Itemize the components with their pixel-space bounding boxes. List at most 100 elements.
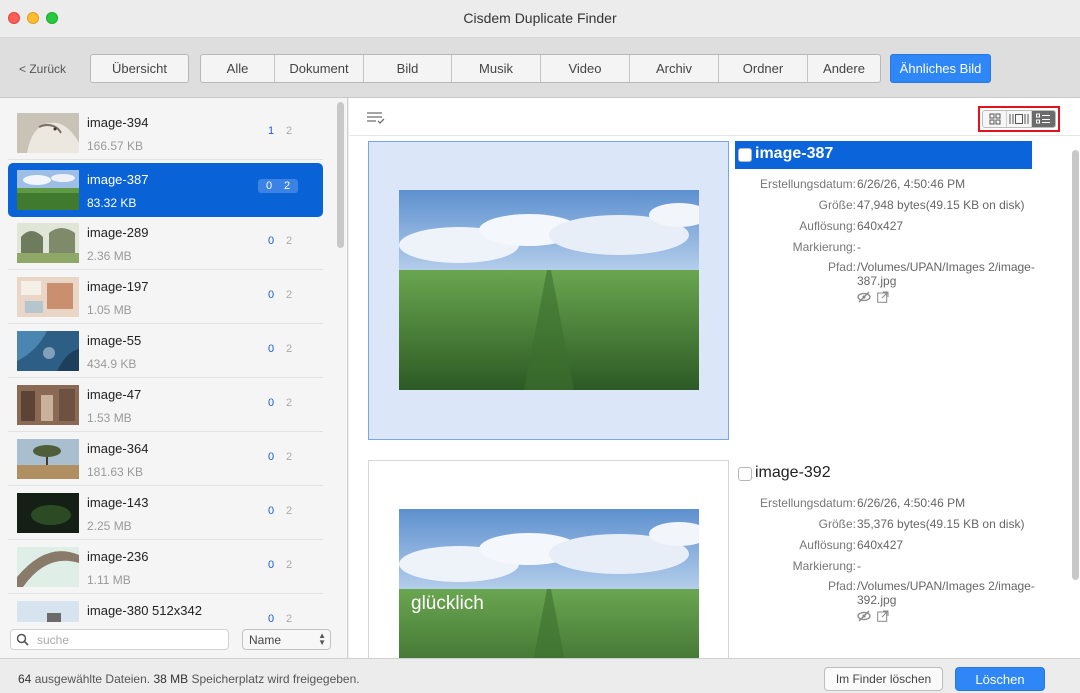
chevron-updown-icon: ▲ ▼ (318, 631, 326, 647)
image-thumbnail (17, 439, 79, 479)
status-summary: 64 ausgewählte Dateien. 38 MB Speicherpl… (18, 672, 360, 686)
tab-other[interactable]: Andere (808, 55, 880, 82)
list-item[interactable]: image-55 434.9 KB 02 (8, 324, 323, 378)
preview-panel: image-387 Erstellungsdatum: 6/26/26, 4:50… (349, 98, 1080, 658)
duplicate-count-badge: 02 (267, 397, 293, 409)
item-name: image-380 512x342 (87, 603, 202, 618)
similar-image-button[interactable]: Ähnliches Bild (890, 54, 991, 83)
duplicate-group-list[interactable]: image-394 166.57 KB 12 image-387 83.32 K… (0, 98, 333, 622)
file-action-icons (857, 291, 889, 303)
image-thumbnail (17, 223, 79, 263)
duplicate-count-badge: 02 (267, 613, 293, 622)
image-thumbnail (17, 547, 79, 587)
image-thumbnail (17, 493, 79, 533)
sort-select[interactable]: Name ▲ ▼ (242, 629, 331, 650)
item-size: 181.63 KB (87, 465, 144, 479)
item-size: 2.36 MB (87, 249, 132, 263)
item-size: 1.05 MB (87, 303, 132, 317)
item-size: 166.57 KB (87, 139, 144, 153)
duplicate-count-badge: 02 (267, 343, 293, 355)
duplicate-count-badge: 02 (267, 289, 293, 301)
item-name: image-197 (87, 279, 149, 294)
file-title-row: image-392 (735, 460, 1032, 488)
file-title: image-392 (755, 464, 831, 481)
preview-scrollbar[interactable] (1072, 150, 1079, 580)
delete-in-finder-button[interactable]: Im Finder löschen (824, 667, 943, 691)
item-name: image-47 (87, 387, 142, 402)
list-item[interactable]: image-380 512x342 02 (8, 594, 323, 622)
select-checkbox[interactable] (738, 148, 752, 162)
image-thumbnail (17, 601, 79, 622)
item-size: 1.53 MB (87, 411, 132, 425)
item-size: 83.32 KB (87, 196, 137, 210)
file-action-icons (857, 610, 889, 622)
grid-icon (989, 113, 1001, 125)
list-item[interactable]: image-364 181.63 KB 02 (8, 432, 323, 486)
select-checkbox[interactable] (738, 467, 752, 481)
tab-document[interactable]: Dokument (275, 55, 364, 82)
eye-slash-icon[interactable] (857, 291, 871, 303)
file-title-row: image-387 (735, 141, 1032, 169)
image-overlay-text: glücklich (411, 593, 484, 614)
image-thumbnail (17, 277, 79, 317)
item-size: 2.25 MB (87, 519, 132, 533)
list-view-button[interactable] (1031, 111, 1055, 127)
back-link[interactable]: < Zurück (19, 62, 66, 76)
toolbar: < Zurück Übersicht Alle Dokument Bild Mu… (0, 38, 1080, 98)
tab-music[interactable]: Musik (452, 55, 541, 82)
tab-image[interactable]: Bild (364, 55, 452, 82)
list-item-selected[interactable]: image-387 83.32 KB 02 (8, 163, 323, 217)
search-icon (16, 633, 29, 646)
item-name: image-143 (87, 495, 149, 510)
item-size: 1.11 MB (87, 573, 131, 587)
list-item[interactable]: image-197 1.05 MB 02 (8, 270, 323, 324)
open-external-icon[interactable] (877, 291, 889, 303)
image-thumbnail (17, 385, 79, 425)
tab-video[interactable]: Video (541, 55, 630, 82)
tab-archive[interactable]: Archiv (630, 55, 719, 82)
overview-button[interactable]: Übersicht (90, 54, 189, 83)
item-name: image-236 (87, 549, 149, 564)
delete-button[interactable]: Löschen (955, 667, 1045, 691)
tab-all[interactable]: Alle (201, 55, 275, 82)
preview-card-selected[interactable] (368, 141, 729, 440)
search-placeholder: suche (37, 633, 70, 647)
duplicate-count-badge: 02 (258, 179, 298, 193)
file-title: image-387 (755, 145, 834, 162)
tab-folder[interactable]: Ordner (719, 55, 808, 82)
status-bar: 64 ausgewählte Dateien. 38 MB Speicherpl… (0, 658, 1080, 693)
duplicate-count-badge: 02 (267, 505, 293, 517)
select-list-icon[interactable] (367, 112, 385, 125)
image-thumbnail (17, 331, 79, 371)
sidebar-scrollbar[interactable] (337, 102, 344, 248)
eye-slash-icon[interactable] (857, 610, 871, 622)
duplicate-count-badge: 02 (267, 559, 293, 571)
item-name: image-55 (87, 333, 142, 348)
item-name: image-364 (87, 441, 149, 456)
view-mode-toggle (978, 106, 1060, 132)
title-bar: Cisdem Duplicate Finder (0, 0, 1080, 38)
sort-value: Name (249, 633, 282, 647)
list-item[interactable]: image-236 1.11 MB 02 (8, 540, 323, 594)
filmstrip-view-button[interactable] (1007, 111, 1032, 127)
list-detail-icon (1036, 113, 1051, 124)
preview-image (399, 190, 699, 390)
image-thumbnail (17, 113, 79, 153)
item-name: image-394 (87, 115, 149, 130)
duplicate-count-badge: 12 (267, 125, 293, 137)
list-item[interactable]: image-289 2.36 MB 02 (8, 216, 323, 270)
list-item[interactable]: image-143 2.25 MB 02 (8, 486, 323, 540)
open-external-icon[interactable] (877, 610, 889, 622)
item-size: 434.9 KB (87, 357, 137, 371)
search-input[interactable]: suche (10, 629, 229, 650)
grid-view-button[interactable] (983, 111, 1008, 127)
duplicate-count-badge: 02 (267, 451, 293, 463)
list-item[interactable]: image-394 166.57 KB 12 (8, 106, 323, 160)
image-thumbnail (17, 170, 79, 210)
item-name: image-289 (87, 225, 149, 240)
sidebar: image-394 166.57 KB 12 image-387 83.32 K… (0, 98, 348, 658)
list-item[interactable]: image-47 1.53 MB 02 (8, 378, 323, 432)
preview-image: glücklich (399, 509, 699, 658)
preview-card[interactable]: glücklich (368, 460, 729, 658)
filmstrip-icon (1009, 114, 1029, 124)
